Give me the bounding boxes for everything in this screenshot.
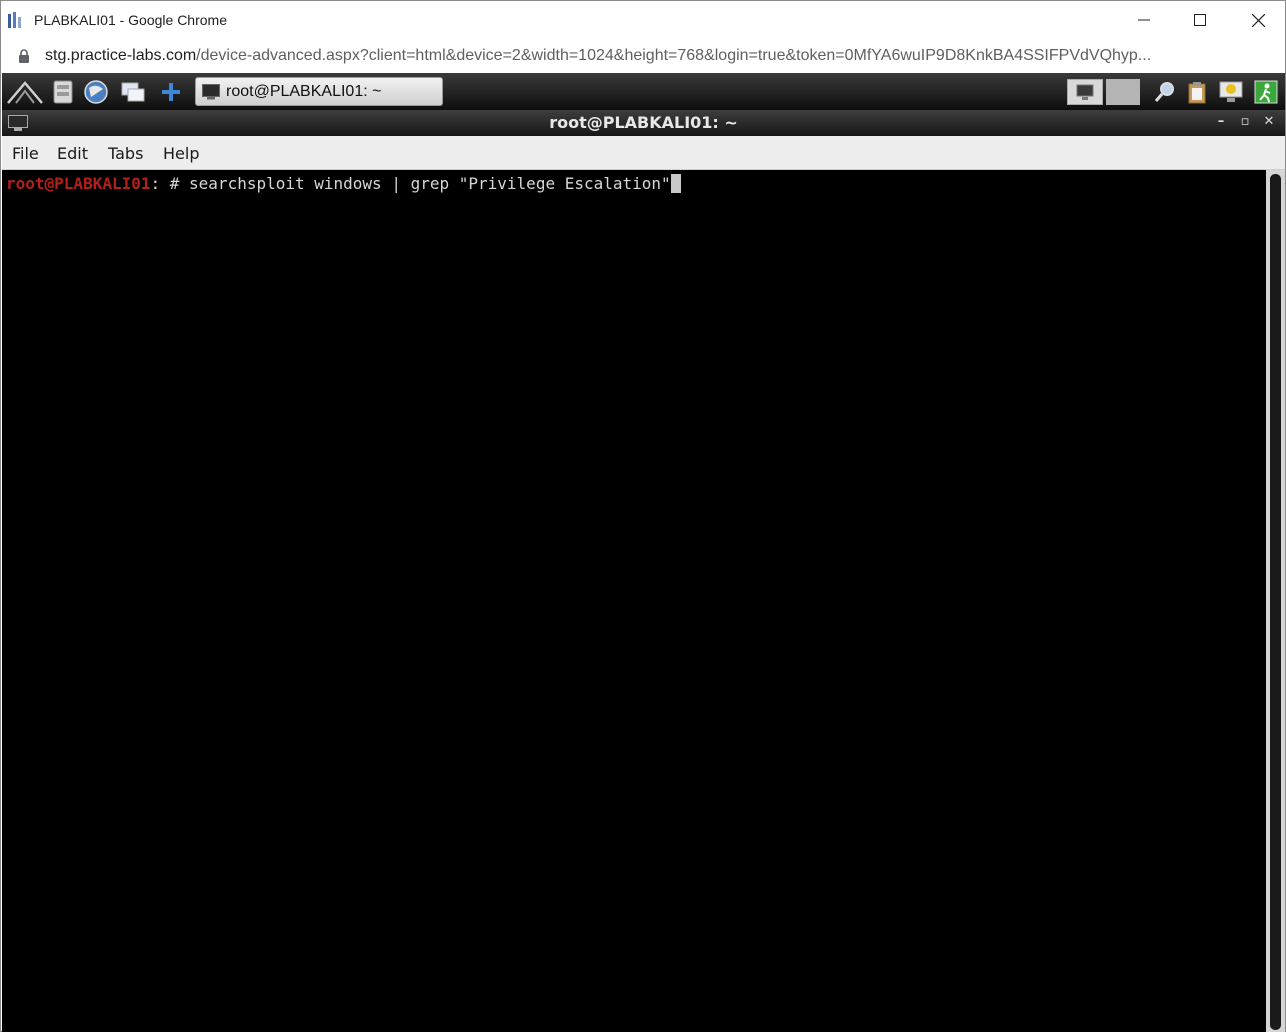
terminal-titlebar[interactable]: root@PLABKALI01: ~ – ▫ ✕ <box>2 110 1285 136</box>
clipboard-icon[interactable] <box>1184 79 1210 105</box>
minimize-button[interactable] <box>1115 1 1173 39</box>
terminal-minimize-button[interactable]: – <box>1214 114 1228 129</box>
app-icon <box>8 12 21 28</box>
tray-slot <box>1106 79 1140 105</box>
monitor-button[interactable] <box>1067 79 1103 105</box>
lock-icon[interactable] <box>18 49 30 63</box>
terminal-output[interactable]: root@PLABKALI01: # searchsploit windows … <box>2 170 1266 1032</box>
info-icon[interactable] <box>1218 79 1244 105</box>
menu-help[interactable]: Help <box>163 144 199 163</box>
logout-icon[interactable] <box>1253 79 1279 105</box>
desktop-icon[interactable] <box>120 79 146 105</box>
window-title: PLABKALI01 - Google Chrome <box>34 12 227 28</box>
desktop-panel: root@PLABKALI01: ~ <box>2 73 1285 110</box>
monitor-icon <box>1076 84 1094 100</box>
browser-window: PLABKALI01 - Google Chrome stg.practice-… <box>0 0 1286 1032</box>
terminal-icon <box>202 84 220 100</box>
prompt-suffix: : # <box>150 174 190 193</box>
url-text[interactable]: stg.practice-labs.com/device-advanced.as… <box>45 47 1151 65</box>
menu-tabs[interactable]: Tabs <box>108 144 143 163</box>
minimize-icon <box>1138 19 1150 21</box>
terminal-scrollbar[interactable] <box>1266 170 1285 1032</box>
command-line[interactable]: root@PLABKALI01: # searchsploit windows … <box>6 174 681 193</box>
file-manager-icon[interactable] <box>50 79 76 105</box>
close-icon <box>1251 13 1265 27</box>
taskbar-terminal-button[interactable]: root@PLABKALI01: ~ <box>195 77 443 106</box>
title-bar: PLABKALI01 - Google Chrome <box>1 1 1285 39</box>
menu-file[interactable]: File <box>12 144 39 163</box>
address-bar[interactable]: stg.practice-labs.com/device-advanced.as… <box>1 39 1285 73</box>
menu-icon[interactable] <box>6 79 44 105</box>
menu-edit[interactable]: Edit <box>57 144 88 163</box>
terminal-maximize-button[interactable]: ▫ <box>1238 114 1252 129</box>
maximize-button[interactable] <box>1171 1 1229 39</box>
terminal-title: root@PLABKALI01: ~ <box>549 113 738 132</box>
terminal-menubar: File Edit Tabs Help <box>2 136 1285 170</box>
close-button[interactable] <box>1229 1 1286 39</box>
taskbar-terminal-label: root@PLABKALI01: ~ <box>226 83 382 100</box>
command-text: searchsploit windows | grep "Privilege E… <box>189 174 671 193</box>
url-host: stg.practice-labs.com <box>45 47 197 64</box>
scrollbar-thumb[interactable] <box>1270 174 1281 1030</box>
browser-icon[interactable] <box>83 79 109 105</box>
search-icon[interactable] <box>1152 79 1178 105</box>
text-cursor <box>670 174 681 193</box>
add-icon[interactable] <box>158 79 184 105</box>
url-path: /device-advanced.aspx?client=html&device… <box>196 47 1152 64</box>
prompt-user: root@PLABKALI01 <box>6 174 151 193</box>
remote-desktop[interactable]: root@PLABKALI01: ~ root@PLABKALI01: ~ – … <box>2 73 1285 1032</box>
terminal-close-button[interactable]: ✕ <box>1262 114 1276 129</box>
maximize-icon <box>1194 14 1206 26</box>
